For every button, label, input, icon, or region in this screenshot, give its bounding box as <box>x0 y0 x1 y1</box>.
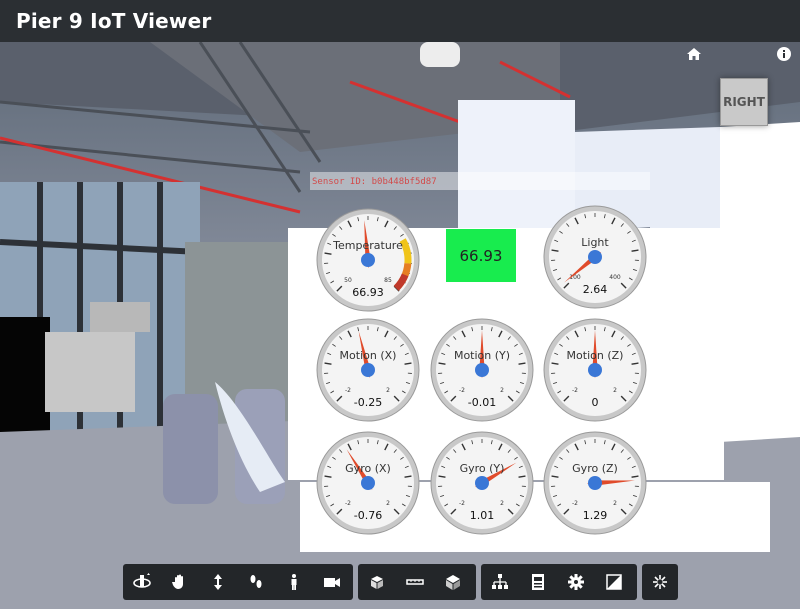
gauge-max-label: 2 <box>386 500 390 507</box>
explode-icon[interactable] <box>358 564 396 600</box>
gauge-min-label: -2 <box>572 387 578 394</box>
gauge-label: Gyro (X) <box>345 462 391 475</box>
measure-icon[interactable] <box>396 564 434 600</box>
gauge-label: Light <box>581 236 609 249</box>
walk-icon[interactable] <box>237 564 275 600</box>
gauge-max-label: 2 <box>613 500 617 507</box>
gauge-hub <box>588 476 602 490</box>
properties-icon[interactable] <box>519 564 557 600</box>
model-browser-icon[interactable] <box>481 564 519 600</box>
gauge-light: 100 400 Light 2.64 <box>543 205 647 309</box>
gauge-hub <box>588 363 602 377</box>
gauge-value: 0 <box>591 396 599 409</box>
gauge-gyro-z: -2 2 Gyro (Z) 1.29 <box>543 431 647 535</box>
viewcube-face[interactable]: RIGHT <box>723 95 765 109</box>
gauge-value: -0.25 <box>353 396 383 409</box>
gauge-gyro-y: -2 2 Gyro (Y) 1.01 <box>430 431 534 535</box>
orbit-icon[interactable] <box>123 564 161 600</box>
gauge-value: 1.29 <box>582 509 608 522</box>
camera-icon[interactable] <box>313 564 351 600</box>
gauge-max-label: 2 <box>500 500 504 507</box>
sparkle-icon[interactable] <box>642 564 678 600</box>
gauge-hub <box>361 363 375 377</box>
gauge-hub <box>475 476 489 490</box>
gauge-max-label: 2 <box>500 387 504 394</box>
gauge-label: Gyro (Z) <box>572 462 618 475</box>
info-icon[interactable] <box>776 46 792 62</box>
gauge-min-label: -2 <box>459 500 465 507</box>
gauge-hub <box>588 250 602 264</box>
gauge-label: Gyro (Y) <box>459 462 505 475</box>
gauge-max-label: 2 <box>613 387 617 394</box>
gauge-gyro-x: -2 2 Gyro (X) -0.76 <box>316 431 420 535</box>
pan-icon[interactable] <box>161 564 199 600</box>
settings-toolbar <box>481 564 637 600</box>
gauge-label: Temperature <box>333 239 403 252</box>
section-icon[interactable] <box>434 564 472 600</box>
gauge-max-label: 400 <box>609 274 621 281</box>
gear-icon[interactable] <box>557 564 595 600</box>
navigation-toolbar <box>123 564 353 600</box>
gauge-motion-y: -2 2 Motion (Y) -0.01 <box>430 318 534 422</box>
gauge-label: Motion (X) <box>339 349 397 362</box>
gauge-label: Motion (Y) <box>453 349 511 362</box>
gauge-value: 66.93 <box>352 286 384 299</box>
gauge-min-label: 50 <box>344 277 352 284</box>
gauge-max-label: 2 <box>386 387 390 394</box>
gauge-value: -0.76 <box>353 509 383 522</box>
fullscreen-icon[interactable] <box>595 564 633 600</box>
gauge-min-label: -2 <box>459 387 465 394</box>
gauge-min-label: -2 <box>345 387 351 394</box>
model-toolbar <box>358 564 476 600</box>
dolly-icon[interactable] <box>199 564 237 600</box>
temperature-readout: 66.93 <box>446 229 516 282</box>
app-title: Pier 9 IoT Viewer <box>16 9 212 33</box>
home-icon[interactable] <box>686 46 702 62</box>
gauge-min-label: -2 <box>345 500 351 507</box>
title-bar: Pier 9 IoT Viewer <box>0 0 800 42</box>
sensor-id-label: Sensor ID: b0b448bf5d87 <box>312 177 437 187</box>
gauge-hub <box>361 253 375 267</box>
first-person-icon[interactable] <box>275 564 313 600</box>
gauge-max-label: 85 <box>384 277 392 284</box>
gauge-value: 1.01 <box>469 509 495 522</box>
gauge-motion-z: -2 2 Motion (Z) 0 <box>543 318 647 422</box>
extensions-toolbar <box>642 564 678 600</box>
gauge-motion-x: -2 2 Motion (X) -0.25 <box>316 318 420 422</box>
gauge-temperature: 50 85 Temperature 66.93 <box>316 208 420 312</box>
gauge-hub <box>361 476 375 490</box>
gauge-value: 2.64 <box>582 283 608 296</box>
gauge-min-label: -2 <box>572 500 578 507</box>
viewcube[interactable]: RIGHT <box>720 78 768 126</box>
gauge-value: -0.01 <box>467 396 497 409</box>
gauge-label: Motion (Z) <box>566 349 624 362</box>
gauge-hub <box>475 363 489 377</box>
